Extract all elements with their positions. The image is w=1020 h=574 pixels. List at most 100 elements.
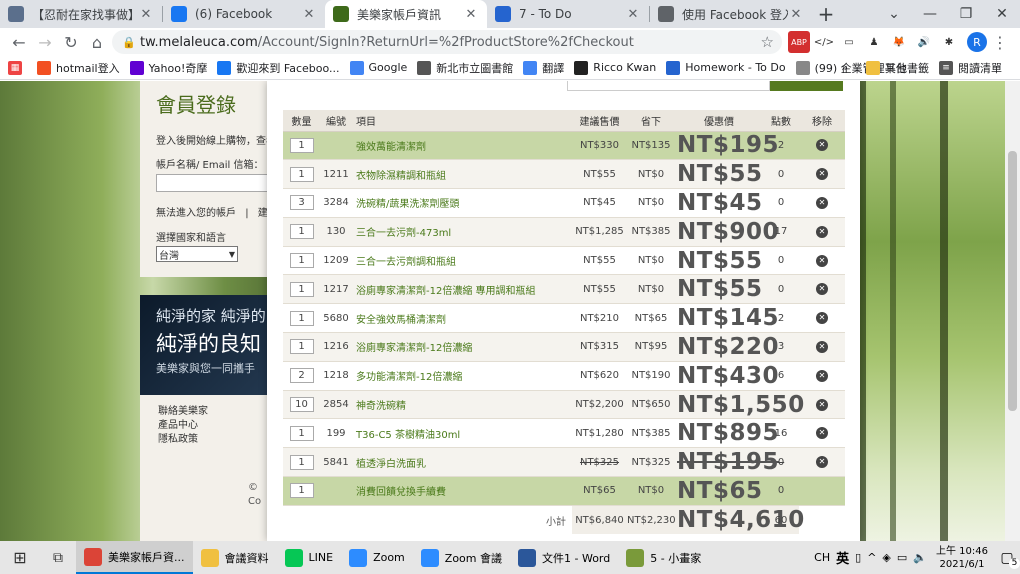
taskbar-app-3[interactable]: LINE <box>277 541 342 574</box>
close-tab-icon[interactable]: ✕ <box>301 7 317 22</box>
notification-center-icon[interactable]: ▢ 5 <box>994 547 1020 569</box>
remove-item-icon[interactable]: ✕ <box>816 398 828 411</box>
footer-link-products[interactable]: 產品中心 <box>158 419 270 433</box>
tab-1[interactable]: 【忍耐在家找事做】有之...✕ <box>0 0 162 28</box>
forward-button[interactable]: → <box>32 29 58 55</box>
remove-item-icon[interactable]: ✕ <box>816 139 828 152</box>
item-name-link[interactable]: 安全強效馬桶清潔劑 <box>352 303 572 334</box>
close-tab-icon[interactable]: ✕ <box>138 7 154 22</box>
modal-green-button[interactable] <box>770 81 843 91</box>
page-scrollbar[interactable] <box>1005 81 1020 541</box>
remove-item-icon[interactable]: ✕ <box>816 254 828 267</box>
remove-item-icon[interactable]: ✕ <box>816 312 828 325</box>
reading-list-button[interactable]: ≡ 閱讀清單 <box>939 60 1002 76</box>
extension-icon-1[interactable]: ABP <box>788 31 810 53</box>
ime-mode-icon[interactable]: ▯ <box>855 551 861 564</box>
windows-start-icon[interactable]: ⊞ <box>0 541 40 574</box>
quantity-input[interactable]: 1 <box>289 253 314 269</box>
restore-button[interactable]: ❐ <box>948 0 984 28</box>
tab-5[interactable]: 使用 Facebook 登入 - Zo...✕ <box>650 0 812 28</box>
item-name-link[interactable]: 三合一去污劑-473ml <box>352 217 572 247</box>
apps-grid-icon[interactable]: ▦ <box>8 60 27 75</box>
task-view-icon[interactable]: ⧉ <box>40 541 76 574</box>
quantity-input[interactable]: 1 <box>289 281 314 297</box>
extension-icon-3[interactable]: ▭ <box>838 31 860 53</box>
tray-expand-icon[interactable]: ^ <box>867 551 876 564</box>
bookmarks-more-button[interactable]: » <box>841 61 848 74</box>
close-window-button[interactable]: ✕ <box>984 0 1020 28</box>
bookmark-item-1[interactable]: hotmail登入 <box>37 60 120 76</box>
quantity-input[interactable]: 3 <box>289 195 314 211</box>
item-name-link[interactable]: T36-C5 茶樹精油30ml <box>352 418 572 449</box>
item-name-link[interactable]: 浴廁專家清潔劑-12倍濃縮 <box>352 332 572 362</box>
quantity-input[interactable]: 1 <box>289 137 314 153</box>
extension-icon-6[interactable]: 🔊 <box>913 31 935 53</box>
remove-item-icon[interactable]: ✕ <box>816 427 828 440</box>
quantity-input[interactable]: 1 <box>289 483 314 499</box>
item-name-link[interactable]: 植透淨白洗面乳 <box>352 447 572 478</box>
bookmark-item-7[interactable]: Ricco Kwan <box>574 60 656 76</box>
bookmark-item-2[interactable]: Yahoo!奇摩 <box>129 60 207 76</box>
item-name-link[interactable]: 洗碗精/蔬果洗潔劑壓頭 <box>352 188 572 218</box>
item-name-link[interactable]: 消費回饋兌換手續費 <box>352 476 572 506</box>
bookmark-item-3[interactable]: 歡迎來到 Faceboo... <box>217 60 340 76</box>
scrollbar-thumb[interactable] <box>1008 151 1017 411</box>
tab-4[interactable]: 7 - To Do ✕ <box>487 0 649 28</box>
lock-icon[interactable]: 🔒 <box>122 36 136 49</box>
taskbar-app-2[interactable]: 會議資料 <box>193 541 277 574</box>
quantity-input[interactable]: 1 <box>289 425 314 441</box>
clock[interactable]: 上午 10:46 2021/6/1 <box>936 545 988 571</box>
bookmark-item-6[interactable]: 翻譯 <box>523 60 564 76</box>
cannot-access-link[interactable]: 無法進入您的帳戶 <box>156 208 236 219</box>
taskbar-app-1[interactable]: 美樂家帳戶資... <box>76 541 193 574</box>
bookmark-star-icon[interactable]: ☆ <box>761 33 774 51</box>
item-name-link[interactable]: 三合一去污劑調和瓶組 <box>352 246 572 276</box>
bookmark-item-5[interactable]: 新北市立圖書館 <box>417 60 513 76</box>
home-button[interactable]: ⌂ <box>84 29 110 55</box>
reload-button[interactable]: ↻ <box>58 29 84 55</box>
dropbox-icon[interactable]: ◈ <box>882 551 890 564</box>
remove-item-icon[interactable]: ✕ <box>816 340 828 353</box>
tab-2[interactable]: (6) Facebook ✕ <box>163 0 325 28</box>
quantity-input[interactable]: 1 <box>289 454 314 470</box>
quantity-input[interactable]: 10 <box>289 397 314 413</box>
taskbar-app-7[interactable]: 5 - 小畫家 <box>618 541 709 574</box>
remove-item-icon[interactable]: ✕ <box>816 196 828 209</box>
ime-indicator[interactable]: 英 <box>836 548 849 567</box>
remove-item-icon[interactable]: ✕ <box>816 369 828 382</box>
modal-search-field[interactable] <box>567 81 770 91</box>
close-tab-icon[interactable]: ✕ <box>625 7 641 22</box>
menu-kebab-icon[interactable]: ⋮ <box>987 29 1013 55</box>
item-name-link[interactable]: 神奇洗碗精 <box>352 390 572 420</box>
extension-icon-7[interactable]: ✱ <box>938 31 960 53</box>
address-bar[interactable]: 🔒 tw.melaleuca.com/Account/SignIn?Return… <box>112 30 782 54</box>
username-input[interactable] <box>156 174 276 192</box>
item-name-link[interactable]: 強效萬能清潔劑 <box>352 131 572 161</box>
taskbar-app-4[interactable]: Zoom <box>341 541 413 574</box>
network-icon[interactable]: ▭ <box>897 551 907 564</box>
close-tab-icon[interactable]: ✕ <box>463 7 479 22</box>
extension-icon-4[interactable]: ♟ <box>863 31 885 53</box>
remove-item-icon[interactable]: ✕ <box>816 456 828 469</box>
quantity-input[interactable]: 1 <box>289 224 314 240</box>
footer-link-contact[interactable]: 聯絡美樂家 <box>158 405 270 419</box>
bookmark-item-4[interactable]: Google <box>349 60 407 76</box>
remove-item-icon[interactable]: ✕ <box>816 225 828 238</box>
remove-item-icon[interactable]: ✕ <box>816 283 828 296</box>
tab-search-icon[interactable]: ⌄ <box>876 0 912 28</box>
footer-link-privacy[interactable]: 隱私政策 <box>158 433 270 447</box>
language-indicator[interactable]: CH <box>814 551 830 564</box>
quantity-input[interactable]: 1 <box>289 166 314 182</box>
bookmark-item-8[interactable]: Homework - To Do <box>666 60 786 76</box>
taskbar-app-5[interactable]: Zoom 會議 <box>413 541 510 574</box>
tab-3[interactable]: 美樂家帳戶資訊 ✕ <box>325 0 487 28</box>
minimize-button[interactable]: — <box>912 0 948 28</box>
quantity-input[interactable]: 2 <box>289 368 314 384</box>
remove-item-icon[interactable]: ✕ <box>816 168 828 181</box>
item-name-link[interactable]: 浴廁專家清潔劑-12倍濃縮 專用調和瓶組 <box>352 274 572 305</box>
other-bookmarks-folder[interactable]: 其他書籤 <box>866 60 929 76</box>
item-name-link[interactable]: 多功能清潔劑-12倍濃縮 <box>352 361 572 391</box>
extension-icon-2[interactable]: </> <box>813 31 835 53</box>
volume-icon[interactable]: 🔈 <box>913 551 927 564</box>
back-button[interactable]: ← <box>6 29 32 55</box>
